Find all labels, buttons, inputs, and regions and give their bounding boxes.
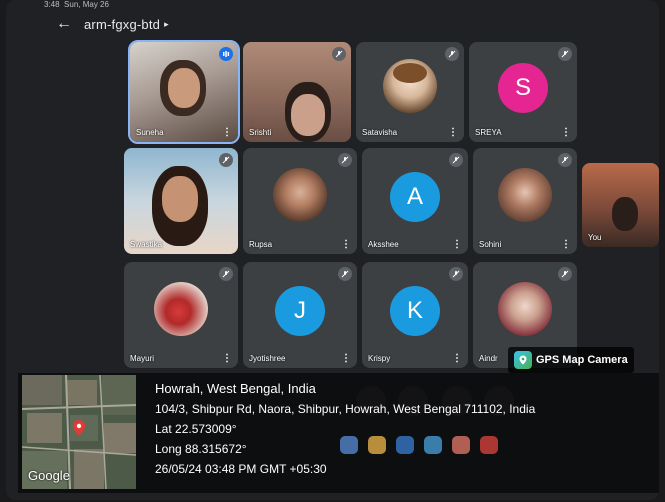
avatar: A <box>390 171 440 222</box>
mic-off-icon <box>558 153 572 167</box>
avatar <box>498 281 552 336</box>
mic-off-icon <box>558 47 572 61</box>
more-vert-icon[interactable]: ⋮ <box>561 128 571 138</box>
gps-map-camera-badge: GPS Map Camera <box>508 347 634 373</box>
participant-name: Swastika <box>130 240 163 249</box>
self-view-tile[interactable]: You <box>582 163 659 247</box>
participant-name: Rupsa <box>249 240 273 249</box>
participant-name: Aindr <box>479 354 498 363</box>
status-date: Sun, May 26 <box>64 0 109 9</box>
avatar: S <box>498 63 548 113</box>
participant-name: Mayuri <box>130 354 155 363</box>
location-place: Howrah, West Bengal, India <box>155 381 316 396</box>
app-icon[interactable] <box>424 436 442 454</box>
app-icon[interactable] <box>368 436 386 454</box>
back-arrow-icon[interactable]: ← <box>56 15 72 33</box>
participant-name: SREYA <box>475 128 502 137</box>
status-bar: 3:48 Sun, May 26 <box>44 0 109 10</box>
avatar-initial: J <box>294 296 306 324</box>
participant-name: Satavisha <box>362 128 398 137</box>
participant-tile-krispy[interactable]: K Krispy ⋮ <box>362 262 468 368</box>
map-thumbnail: Google <box>22 375 136 489</box>
mic-off-icon <box>338 267 352 281</box>
participant-tile-mayuri[interactable]: Mayuri ⋮ <box>124 262 238 368</box>
status-time: 3:48 <box>44 0 60 9</box>
gps-camera-logo-icon <box>514 351 532 369</box>
app-icon[interactable] <box>480 436 498 454</box>
participant-tile-suneha[interactable]: Suneha ⋮ <box>128 40 240 144</box>
more-vert-icon[interactable]: ⋮ <box>222 128 232 138</box>
participant-tile-sreya[interactable]: S SREYA ⋮ <box>469 42 577 142</box>
more-vert-icon[interactable]: ⋮ <box>561 240 571 250</box>
mic-off-icon <box>449 267 463 281</box>
google-map-label: Google <box>28 468 70 483</box>
meeting-header: ← arm-fgxg-btd ▸ <box>56 12 169 36</box>
avatar <box>498 167 552 222</box>
participant-tile-swastika[interactable]: Swastika <box>124 148 238 254</box>
avatar-initial: S <box>514 74 531 101</box>
location-datetime: 26/05/24 03:48 PM GMT +05:30 <box>155 462 327 476</box>
location-latitude: Lat 22.573009° <box>155 422 237 436</box>
mic-off-icon <box>558 267 572 281</box>
taskbar-dock <box>340 436 498 456</box>
gps-app-name: GPS Map Camera <box>536 354 628 366</box>
participant-name: Jyotishree <box>249 354 286 363</box>
participant-tile-srishti[interactable]: Srishti <box>243 42 351 142</box>
participant-name: Sohini <box>479 240 502 249</box>
participant-name: Krispy <box>368 354 391 363</box>
app-icon[interactable] <box>396 436 414 454</box>
speaking-icon <box>219 47 233 61</box>
participant-name: Suneha <box>136 128 164 137</box>
avatar <box>383 59 437 113</box>
more-vert-icon[interactable]: ⋮ <box>452 354 462 364</box>
participant-tile-jyotishree[interactable]: J Jyotishree ⋮ <box>243 262 357 368</box>
more-vert-icon[interactable]: ⋮ <box>341 240 351 250</box>
more-vert-icon[interactable]: ⋮ <box>448 128 458 138</box>
location-details: Howrah, West Bengal, India 104/3, Shibpu… <box>155 381 535 482</box>
avatar: J <box>275 285 325 336</box>
participant-tile-rupsa[interactable]: Rupsa ⋮ <box>243 148 357 254</box>
more-vert-icon[interactable]: ⋮ <box>452 240 462 250</box>
app-icon[interactable] <box>340 436 358 454</box>
gps-info-panel: Google Howrah, West Bengal, India 104/3,… <box>18 373 659 493</box>
avatar <box>273 167 327 222</box>
participant-tile-aksshee[interactable]: A Aksshee ⋮ <box>362 148 468 254</box>
mic-off-icon <box>338 153 352 167</box>
participant-name: Srishti <box>249 128 272 137</box>
mic-off-icon <box>332 47 346 61</box>
meeting-code[interactable]: arm-fgxg-btd <box>84 17 160 32</box>
chevron-right-icon[interactable]: ▸ <box>164 19 169 30</box>
avatar-initial: A <box>406 182 423 210</box>
mic-off-icon <box>449 153 463 167</box>
more-vert-icon[interactable]: ⋮ <box>222 354 232 364</box>
participant-tile-sohini[interactable]: Sohini ⋮ <box>473 148 577 254</box>
location-pin-icon <box>73 420 85 441</box>
mic-off-icon <box>445 47 459 61</box>
participant-name: You <box>588 233 602 242</box>
location-address: 104/3, Shibpur Rd, Naora, Shibpur, Howra… <box>155 402 536 416</box>
more-vert-icon[interactable]: ⋮ <box>341 354 351 364</box>
avatar <box>154 281 208 336</box>
app-icon[interactable] <box>452 436 470 454</box>
avatar-initial: K <box>406 296 423 324</box>
participant-name: Aksshee <box>368 240 399 249</box>
participant-tile-satavisha[interactable]: Satavisha ⋮ <box>356 42 464 142</box>
avatar: K <box>390 285 440 336</box>
mic-off-icon <box>219 153 233 167</box>
mic-off-icon <box>219 267 233 281</box>
